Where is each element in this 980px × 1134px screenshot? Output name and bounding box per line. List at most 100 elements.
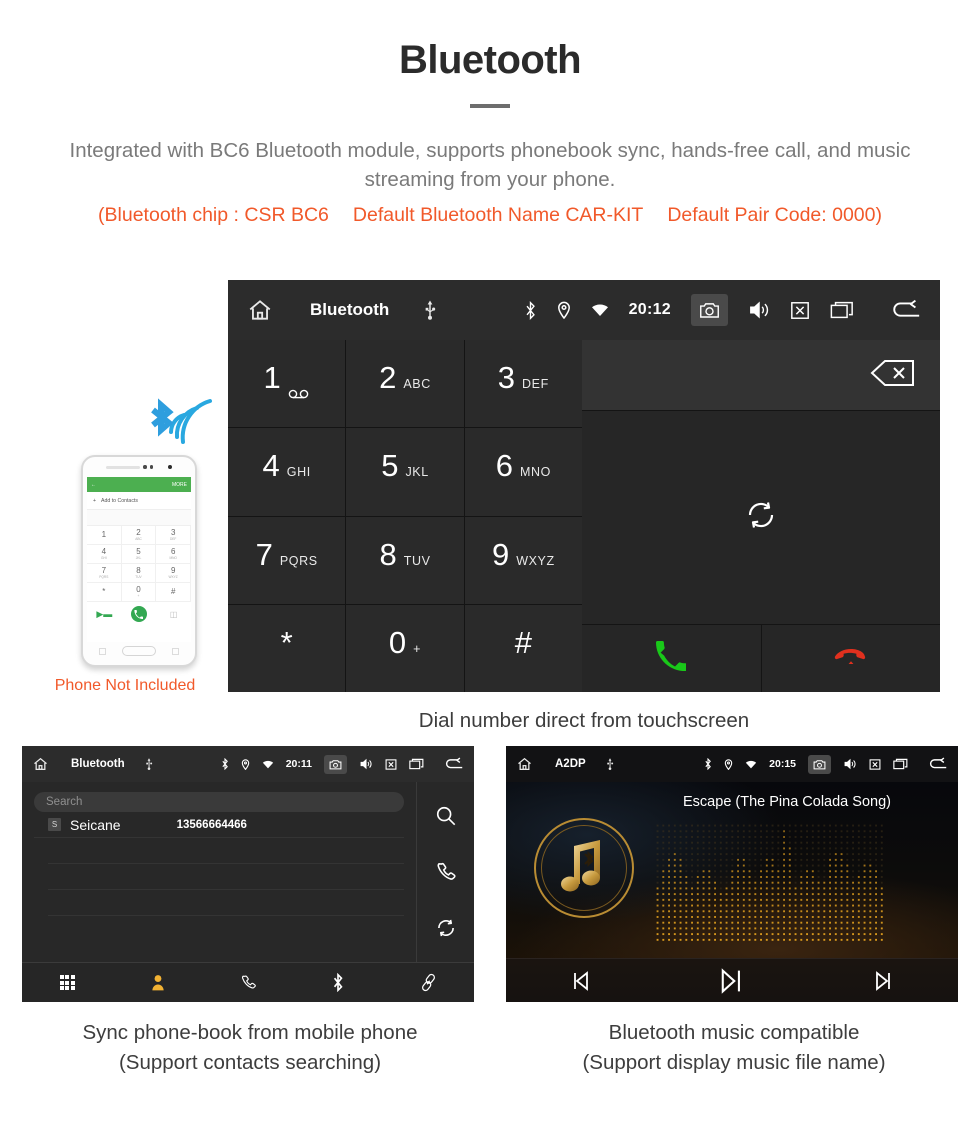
search-icon[interactable] <box>435 805 457 827</box>
recent-apps-icon[interactable] <box>409 758 424 770</box>
back-arrow-icon[interactable] <box>890 299 922 321</box>
phone-call-actions: ▶▬ ◫ <box>87 602 191 626</box>
recent-apps-icon[interactable] <box>830 300 854 320</box>
bluetooth-icon <box>221 758 229 770</box>
close-box-icon[interactable] <box>790 301 810 320</box>
voicemail-icon <box>288 388 310 402</box>
dialer-keypad: 1 2 ABC 3 DEF 4 GHI 5 JKL 6 MNO 7 PQRS 8 TUV 9 WXYZ * 0 + # <box>228 340 582 692</box>
location-pin-icon <box>241 758 250 770</box>
dial-key-5[interactable]: 5 JKL <box>346 428 464 516</box>
spec-line: (Bluetooth chip : CSR BC6 Default Bluetoo… <box>0 202 980 229</box>
phone-screen: ← MORE + Add to Contacts 1 2 ABC 3 DEF 4 GHI 5 J… <box>87 477 191 642</box>
phone-mock-key: 9 WXYZ <box>156 564 191 583</box>
contact-row-empty <box>48 864 404 890</box>
dialer-number-display[interactable] <box>582 340 940 410</box>
usb-icon <box>145 758 153 770</box>
dial-key-digit: * <box>280 624 293 660</box>
next-track-icon[interactable] <box>807 969 958 993</box>
dial-key-letters: MNO <box>519 465 551 480</box>
volume-icon[interactable] <box>748 300 770 320</box>
call-end-button[interactable] <box>761 625 940 692</box>
phone-mock-key: * <box>87 583 122 602</box>
music-title: A2DP <box>555 758 586 770</box>
link-chain-icon <box>422 973 436 992</box>
phone-mock-key: 1 <box>87 526 122 545</box>
phone-keypad-toggle-icon: ◫ <box>169 609 178 619</box>
dial-key-7[interactable]: 7 PQRS <box>228 516 346 604</box>
spec-name: Default Bluetooth Name CAR-KIT <box>352 204 644 227</box>
dial-key-hash[interactable]: # <box>464 604 582 692</box>
dial-key-letters: JKL <box>405 465 429 480</box>
dial-key-letters: DEF <box>522 377 549 391</box>
sync-refresh-icon[interactable] <box>435 917 457 939</box>
camera-icon[interactable] <box>691 294 728 326</box>
dial-key-letters: ABC <box>403 377 431 391</box>
volume-icon[interactable] <box>843 758 857 770</box>
dial-key-digit: 5 <box>381 448 399 484</box>
close-box-icon[interactable] <box>385 758 397 770</box>
dial-key-letters: GHI <box>286 465 311 480</box>
page-title: Bluetooth <box>398 38 582 82</box>
close-box-icon[interactable] <box>869 758 881 770</box>
phone-keypad: 1 2 ABC 3 DEF 4 GHI 5 JKL 6 MNO 7 PQRS 8 TUV 9 WXYZ * 0 + # <box>87 526 191 602</box>
dialer-caption: Dial number direct from touchscreen <box>418 709 750 732</box>
dial-key-0[interactable]: 0 + <box>346 604 464 692</box>
dial-key-digit: 6 <box>495 448 513 484</box>
contact-row[interactable]: S Seicane 13566664466 <box>34 812 404 838</box>
sync-refresh-icon[interactable] <box>744 498 778 537</box>
contact-row-empty <box>48 890 404 916</box>
phonebook-status-bar: Bluetooth 20:11 <box>22 746 474 782</box>
plus-icon: + <box>93 497 97 504</box>
phone-handset-icon[interactable] <box>435 861 457 883</box>
dial-key-8[interactable]: 8 TUV <box>346 516 464 604</box>
phone-mock-key: 0 + <box>121 583 157 602</box>
phonebook-nav-keypad[interactable] <box>22 975 112 990</box>
backspace-icon[interactable] <box>870 359 916 392</box>
back-arrow-icon[interactable] <box>444 757 464 771</box>
phonebook-nav-link-chain[interactable] <box>384 973 474 992</box>
dial-key-9[interactable]: 9 WXYZ <box>464 516 582 604</box>
home-icon[interactable] <box>32 756 49 772</box>
contact-name: Seicane <box>70 816 121 833</box>
dial-key-4[interactable]: 4 GHI <box>228 428 346 516</box>
contacts-list-area: Search S Seicane 13566664466 <box>22 782 416 962</box>
music-now-playing: Escape (The Pina Colada Song) <box>506 782 958 958</box>
dial-key-digit: 2 <box>379 360 397 395</box>
home-icon[interactable] <box>246 297 274 323</box>
dial-key-6[interactable]: 6 MNO <box>464 428 582 516</box>
dial-key-star[interactable]: * <box>228 604 346 692</box>
phone-not-included-note: Phone Not Included <box>54 677 196 694</box>
usb-icon <box>606 758 614 770</box>
call-answer-button[interactable] <box>582 625 761 692</box>
camera-icon[interactable] <box>808 754 831 774</box>
phone-earpiece <box>83 457 195 477</box>
phone-mock-key: 7 PQRS <box>87 564 122 583</box>
bluetooth-phonebook-screen: Bluetooth 20:11 Search S Seicane 1356666… <box>22 746 474 1002</box>
bluetooth-music-screen: A2DP 20:15 Escape (The Pina Colada Song) <box>506 746 958 1002</box>
music-caption-line1: Bluetooth music compatible <box>608 1021 860 1044</box>
back-arrow-icon[interactable] <box>928 757 948 771</box>
dial-key-digit: 7 <box>255 536 273 572</box>
home-icon[interactable] <box>516 756 533 772</box>
volume-icon[interactable] <box>359 758 373 770</box>
camera-icon[interactable] <box>324 754 347 774</box>
music-note-bluetooth-icon <box>534 818 634 918</box>
phone-app-bar: ← MORE <box>87 477 191 492</box>
phonebook-nav-contact-person[interactable] <box>112 974 202 991</box>
search-input[interactable]: Search <box>34 792 404 812</box>
dial-key-2[interactable]: 2 ABC <box>346 340 464 428</box>
recent-apps-icon[interactable] <box>893 758 908 770</box>
phonebook-nav-phone-handset[interactable] <box>203 974 293 991</box>
phonebook-nav-bluetooth[interactable] <box>293 973 383 992</box>
dial-key-1[interactable]: 1 <box>228 340 346 428</box>
previous-track-icon[interactable] <box>506 969 657 993</box>
dial-key-digit: 8 <box>379 536 397 572</box>
phone-mock-key: 4 GHI <box>87 545 122 564</box>
phonebook-caption-line2: (Support contacts searching) <box>118 1050 382 1074</box>
usb-icon <box>423 300 437 320</box>
phone-mock-key: 3 DEF <box>156 526 191 545</box>
phone-add-contact-row: + Add to Contacts <box>87 492 191 510</box>
dial-key-3[interactable]: 3 DEF <box>464 340 582 428</box>
bluetooth-icon <box>704 758 712 770</box>
play-pause-icon[interactable] <box>657 966 808 996</box>
